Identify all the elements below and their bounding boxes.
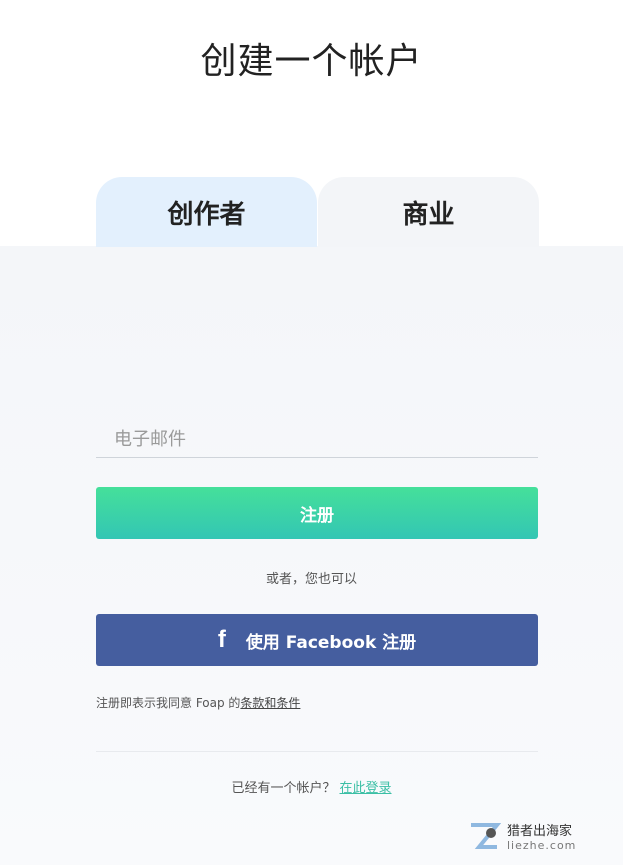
divider [96, 751, 538, 752]
terms-text: 注册即表示我同意 Foap 的条款和条件 [96, 694, 300, 711]
watermark-sub-text: liezhe.com [507, 839, 577, 852]
watermark-main-text: 猎者出海家 [507, 824, 573, 839]
tab-creator-label: 创作者 [167, 199, 246, 230]
tab-business[interactable]: 商业 [318, 177, 539, 247]
facebook-button-label: 使用 Facebook 注册 [245, 632, 417, 653]
terms-prefix: 注册即表示我同意 Foap 的 [96, 696, 241, 710]
tab-business-label: 商业 [402, 199, 455, 230]
page-title: 创建一个帐户 [200, 41, 423, 82]
watermark-logo-icon [471, 823, 501, 849]
form-panel [0, 246, 623, 865]
terms-link[interactable]: 条款和条件 [240, 696, 300, 710]
register-button-label: 注册 [300, 505, 334, 526]
email-field[interactable] [96, 422, 538, 458]
or-text: 或者，您也可以 [265, 572, 357, 587]
login-prompt: 已经有一个帐户？ [231, 781, 336, 796]
register-button[interactable]: 注册 [96, 487, 538, 539]
facebook-icon: f [217, 626, 226, 653]
watermark: 猎者出海家 liezhe.com [467, 815, 617, 857]
facebook-signup-button[interactable]: f 使用 Facebook 注册 [96, 614, 538, 666]
login-link[interactable]: 在此登录 [340, 781, 392, 796]
login-row: 已经有一个帐户？ 在此登录 [0, 777, 623, 796]
tab-creator[interactable]: 创作者 [96, 177, 317, 247]
